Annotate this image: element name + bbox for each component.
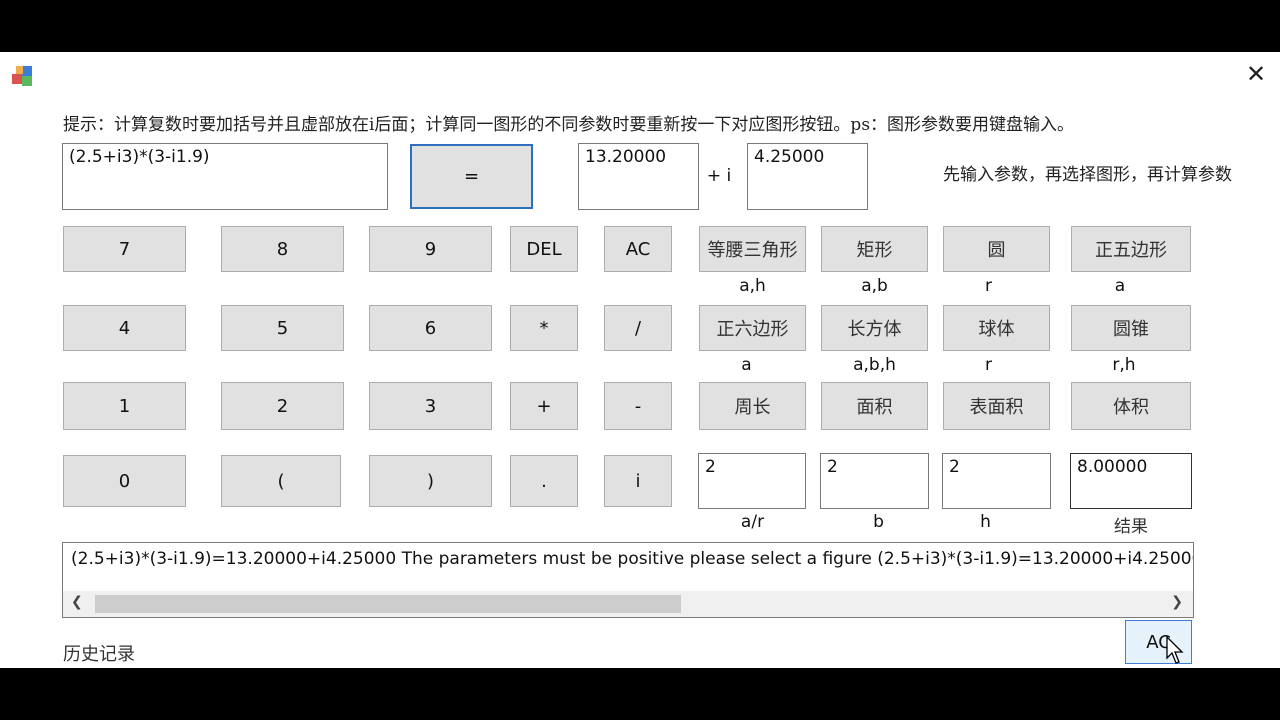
param-h-label: h bbox=[980, 512, 991, 532]
imaginary-i-button[interactable]: i bbox=[604, 455, 672, 507]
cuboid-button[interactable]: 长方体 bbox=[821, 305, 928, 351]
perimeter-button[interactable]: 周长 bbox=[699, 382, 806, 430]
expression-input[interactable]: (2.5+i3)*(3-i1.9) bbox=[62, 143, 388, 210]
history-box[interactable]: (2.5+i3)*(3-i1.9)=13.20000+i4.25000 The … bbox=[62, 542, 1194, 618]
hexagon-button[interactable]: 正六边形 bbox=[699, 305, 806, 351]
param-h-input[interactable]: 2 bbox=[942, 453, 1051, 509]
key-0[interactable]: 0 bbox=[63, 455, 186, 507]
surface-area-button[interactable]: 表面积 bbox=[943, 382, 1050, 430]
key-3[interactable]: 3 bbox=[369, 382, 492, 430]
param-hint-hexagon: a bbox=[741, 355, 752, 375]
divide-button[interactable]: / bbox=[604, 305, 672, 351]
close-paren-button[interactable]: ) bbox=[369, 455, 492, 507]
decimal-button[interactable]: . bbox=[510, 455, 578, 507]
minus-button[interactable]: - bbox=[604, 382, 672, 430]
history-text: (2.5+i3)*(3-i1.9)=13.20000+i4.25000 The … bbox=[71, 549, 1194, 569]
ac-button[interactable]: AC bbox=[604, 226, 672, 272]
volume-button[interactable]: 体积 bbox=[1071, 382, 1191, 430]
param-hint-triangle: a,h bbox=[739, 276, 766, 296]
plus-button[interactable]: + bbox=[510, 382, 578, 430]
param-hint-sphere: r bbox=[985, 355, 992, 375]
key-1[interactable]: 1 bbox=[63, 382, 186, 430]
area-button[interactable]: 面积 bbox=[821, 382, 928, 430]
history-label: 历史记录 bbox=[63, 644, 135, 665]
result-imag-field[interactable]: 4.25000 bbox=[747, 143, 868, 210]
param-hint-circle: r bbox=[985, 276, 992, 296]
hint-right-text: 先输入参数，再选择图形，再计算参数 bbox=[943, 165, 1232, 185]
equals-button[interactable]: = bbox=[410, 144, 533, 209]
param-hint-cone: r,h bbox=[1112, 355, 1136, 375]
multiply-button[interactable]: * bbox=[510, 305, 578, 351]
param-b-label: b bbox=[873, 512, 884, 532]
pentagon-button[interactable]: 正五边形 bbox=[1071, 226, 1191, 272]
scroll-right-icon[interactable]: ❯ bbox=[1171, 594, 1183, 610]
app-icon bbox=[10, 62, 36, 88]
cone-button[interactable]: 圆锥 bbox=[1071, 305, 1191, 351]
calculator-window: ✕ 提示：计算复数时要加括号并且虚部放在i后面；计算同一图形的不同参数时要重新按… bbox=[0, 52, 1280, 668]
param-hint-rectangle: a,b bbox=[861, 276, 888, 296]
param-hint-cuboid: a,b,h bbox=[853, 355, 896, 375]
key-8[interactable]: 8 bbox=[221, 226, 344, 272]
sphere-button[interactable]: 球体 bbox=[943, 305, 1050, 351]
result-label: 结果 bbox=[1114, 517, 1148, 537]
horizontal-scrollbar[interactable]: ❮ ❯ bbox=[63, 591, 1193, 617]
close-icon[interactable]: ✕ bbox=[1246, 60, 1266, 88]
param-hint-pentagon: a bbox=[1114, 276, 1126, 296]
isosceles-triangle-button[interactable]: 等腰三角形 bbox=[699, 226, 806, 272]
key-9[interactable]: 9 bbox=[369, 226, 492, 272]
key-5[interactable]: 5 bbox=[221, 305, 344, 351]
open-paren-button[interactable]: ( bbox=[221, 455, 341, 507]
shape-result-field[interactable]: 8.00000 bbox=[1070, 453, 1192, 509]
hint-text: 提示：计算复数时要加括号并且虚部放在i后面；计算同一图形的不同参数时要重新按一下… bbox=[63, 115, 1075, 135]
mouse-cursor-icon bbox=[1166, 635, 1186, 666]
key-4[interactable]: 4 bbox=[63, 305, 186, 351]
param-a-label: a/r bbox=[740, 512, 765, 532]
rectangle-button[interactable]: 矩形 bbox=[821, 226, 928, 272]
key-7[interactable]: 7 bbox=[63, 226, 186, 272]
key-2[interactable]: 2 bbox=[221, 382, 344, 430]
plus-i-label: + i bbox=[706, 166, 732, 186]
del-button[interactable]: DEL bbox=[510, 226, 578, 272]
result-real-field[interactable]: 13.20000 bbox=[578, 143, 699, 210]
scroll-left-icon[interactable]: ❮ bbox=[71, 594, 83, 610]
circle-button[interactable]: 圆 bbox=[943, 226, 1050, 272]
param-b-input[interactable]: 2 bbox=[820, 453, 929, 509]
key-6[interactable]: 6 bbox=[369, 305, 492, 351]
scrollbar-thumb[interactable] bbox=[95, 595, 681, 613]
param-a-input[interactable]: 2 bbox=[698, 453, 806, 509]
